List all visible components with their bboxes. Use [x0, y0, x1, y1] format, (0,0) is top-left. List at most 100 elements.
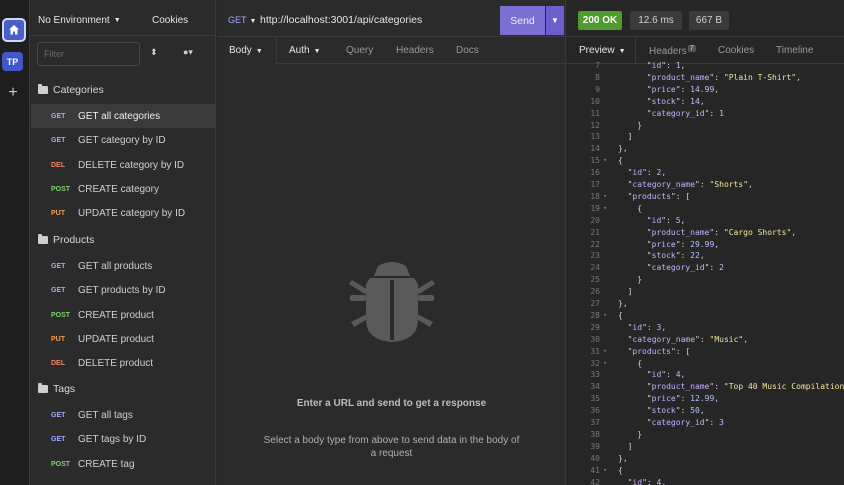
- method-badge: GET: [51, 136, 66, 144]
- code-text: ]: [628, 442, 633, 451]
- tab-body-label: Body: [229, 45, 252, 56]
- json-punct: {: [618, 311, 623, 320]
- tab-auth[interactable]: Auth ▼: [289, 45, 321, 56]
- json-value: [: [685, 347, 691, 356]
- code-text: }: [637, 430, 642, 439]
- request-name: GET all products: [78, 260, 153, 272]
- request-item[interactable]: PUT UPDATE category by ID: [31, 201, 216, 225]
- request-item[interactable]: POST CREATE tag: [31, 452, 216, 476]
- line-number: 19: [590, 204, 600, 213]
- request-item[interactable]: DEL DELETE category by ID: [31, 153, 216, 177]
- tab-cookies[interactable]: Cookies: [718, 45, 754, 56]
- code-text: "price": 12.99,: [646, 394, 720, 403]
- tab-body[interactable]: Body ▼: [229, 45, 263, 56]
- json-comma: ,: [743, 335, 749, 344]
- code-text: "id": 3,: [627, 323, 667, 332]
- chevron-down-icon: ▼: [313, 48, 321, 55]
- json-comma: ,: [796, 73, 801, 82]
- folder-icon: [38, 234, 48, 244]
- json-key: id: [632, 168, 643, 177]
- filter-input[interactable]: Filter: [37, 42, 140, 66]
- json-key: price: [651, 394, 676, 403]
- line-number: 34: [590, 382, 600, 391]
- folder-products[interactable]: Products: [38, 231, 94, 249]
- send-options-button[interactable]: ▼: [546, 6, 564, 35]
- request-item[interactable]: POST CREATE category: [31, 177, 216, 201]
- json-value: 3: [719, 418, 724, 427]
- folder-tags[interactable]: Tags: [38, 380, 75, 398]
- code-text: }: [637, 275, 642, 284]
- line-number: 41: [590, 466, 600, 475]
- json-value: 50: [690, 406, 700, 415]
- code-line: 24 "category_id": 2: [567, 263, 844, 275]
- cookies-button[interactable]: Cookies: [152, 15, 188, 26]
- code-line: 27},: [567, 299, 844, 311]
- folder-categories[interactable]: Categories: [38, 81, 104, 99]
- json-punct: },: [618, 144, 628, 153]
- code-text: {: [637, 204, 642, 213]
- request-item[interactable]: DEL DELETE product: [31, 351, 216, 375]
- url-input[interactable]: http://localhost:3001/api/categories: [260, 14, 422, 26]
- json-value: 2: [719, 263, 724, 272]
- add-workspace-button[interactable]: +: [6, 84, 20, 102]
- code-line: 7 "id": 1,: [567, 61, 844, 73]
- fold-toggle-icon[interactable]: ▾: [603, 311, 607, 319]
- tab-timeline[interactable]: Timeline: [776, 45, 813, 56]
- line-number: 22: [590, 240, 600, 249]
- code-line: 14},: [567, 144, 844, 156]
- environment-label: No Environment: [38, 15, 110, 26]
- request-pane: GET ▼ http://localhost:3001/api/categorie…: [217, 0, 566, 485]
- line-number: 28: [590, 311, 600, 320]
- add-item-button[interactable]: ●▾: [183, 47, 193, 58]
- line-number: 13: [590, 132, 600, 141]
- request-item[interactable]: GET GET category by ID: [31, 128, 216, 152]
- tab-preview[interactable]: Preview ▼: [579, 45, 626, 56]
- tab-query[interactable]: Query: [346, 45, 373, 56]
- tab-response-headers[interactable]: Headers 7: [649, 45, 696, 57]
- code-text: "id": 4,: [646, 370, 686, 379]
- fold-toggle-icon[interactable]: ▾: [603, 204, 607, 212]
- code-text: "product_name": "Cargo Shorts",: [646, 228, 797, 237]
- environment-dropdown[interactable]: No Environment ▼: [38, 15, 121, 26]
- request-item[interactable]: GET GET all tags: [31, 403, 216, 427]
- code-text: "id": 5,: [646, 216, 686, 225]
- tab-docs[interactable]: Docs: [456, 45, 479, 56]
- code-text: {: [637, 359, 642, 368]
- sort-icon[interactable]: ⬍: [150, 47, 158, 58]
- workspace-badge[interactable]: TP: [2, 52, 23, 71]
- response-json-viewer[interactable]: 7 "id": 1, 8 "product_name": "Plain T-Shirt…: [567, 61, 844, 485]
- url-bar: GET ▼ http://localhost:3001/api/categorie…: [217, 6, 566, 35]
- method-dropdown[interactable]: GET ▼: [228, 15, 256, 25]
- request-item[interactable]: PUT UPDATE product: [31, 327, 216, 351]
- code-line: 41 ▾ {: [567, 466, 844, 478]
- line-number: 38: [590, 430, 600, 439]
- line-number: 24: [590, 263, 600, 272]
- line-number: 27: [590, 299, 600, 308]
- request-item[interactable]: GET GET tags by ID: [31, 427, 216, 451]
- request-item[interactable]: GET GET products by ID: [31, 278, 216, 302]
- empty-state-title: Enter a URL and send to get a response: [296, 398, 487, 409]
- fold-toggle-icon[interactable]: ▾: [603, 359, 607, 367]
- code-text: ]: [628, 132, 633, 141]
- fold-toggle-icon[interactable]: ▾: [603, 466, 607, 474]
- chevron-down-icon: ▼: [551, 16, 559, 25]
- json-value: 29.99: [690, 240, 715, 249]
- fold-toggle-icon[interactable]: ▾: [603, 347, 607, 355]
- code-text: "category_id": 1: [646, 109, 724, 118]
- fold-toggle-icon[interactable]: ▾: [603, 156, 607, 164]
- code-line: 36 "stock": 50,: [567, 406, 844, 418]
- send-button[interactable]: Send: [500, 6, 545, 35]
- request-item[interactable]: POST CREATE product: [31, 303, 216, 327]
- json-punct: {: [618, 156, 623, 165]
- json-comma: ,: [661, 478, 667, 485]
- home-button[interactable]: [2, 18, 26, 42]
- request-item[interactable]: GET GET all categories: [31, 104, 216, 128]
- request-name: CREATE product: [78, 309, 154, 321]
- fold-toggle-icon[interactable]: ▾: [603, 192, 607, 200]
- tab-headers[interactable]: Headers: [396, 45, 434, 56]
- code-text: "id": 2,: [627, 168, 667, 177]
- request-item[interactable]: GET GET all products: [31, 254, 216, 278]
- method-badge: POST: [51, 185, 71, 193]
- code-line: 35 "price": 12.99,: [567, 394, 844, 406]
- line-number: 18: [590, 192, 600, 201]
